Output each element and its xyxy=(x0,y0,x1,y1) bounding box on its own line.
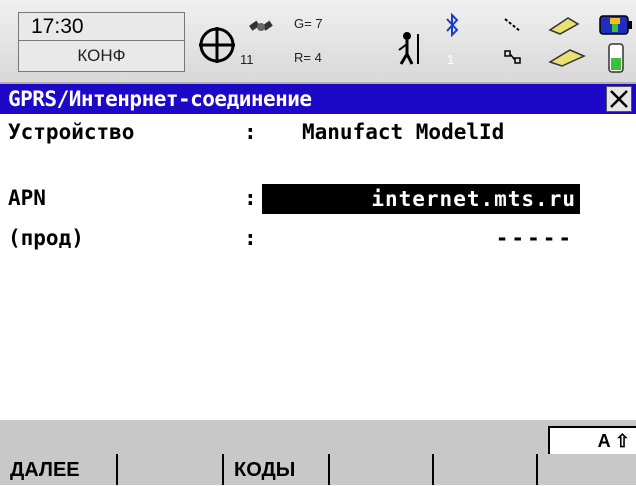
device-screen: 17:30 КОНФ 11 G= 7 R= 4 1 GPRS/Интенрнет… xyxy=(0,0,636,485)
softkey-codes[interactable]: КОДЫ xyxy=(224,454,330,485)
memory-icon xyxy=(548,49,586,67)
crosshair-icon xyxy=(199,27,235,63)
battery-level-icon xyxy=(608,43,624,73)
device-value: Manufact ModelId xyxy=(302,120,505,144)
apn-label: APN xyxy=(8,186,46,210)
apn-input[interactable]: internet.mts.ru xyxy=(262,184,580,214)
status-bar: 17:30 КОНФ 11 G= 7 R= 4 1 xyxy=(0,0,636,84)
network-icon xyxy=(504,50,521,64)
link-icon xyxy=(504,18,521,32)
softkey-bar: ДАЛЕЕ КОДЫ xyxy=(0,454,636,485)
card-icon xyxy=(548,17,580,35)
clock-time: 17:30 xyxy=(19,13,184,41)
softkey-f2[interactable] xyxy=(118,454,224,485)
g-count: G= 7 xyxy=(294,16,323,31)
clock-panel: 17:30 КОНФ xyxy=(18,12,185,72)
close-icon xyxy=(610,90,628,108)
line-number: 1 xyxy=(447,52,455,67)
mode-label: КОНФ xyxy=(77,46,126,65)
prod-label: (прод) xyxy=(8,226,84,250)
rover-icon xyxy=(398,32,419,65)
prod-colon: : xyxy=(244,226,257,250)
device-label: Устройство xyxy=(8,120,135,144)
input-mode-bar: A ⇧ xyxy=(0,420,636,454)
satellite-count: 11 xyxy=(240,52,254,67)
r-count: R= 4 xyxy=(294,50,322,65)
apn-colon: : xyxy=(244,186,257,210)
softkey-f5[interactable] xyxy=(434,454,538,485)
satellite-icon xyxy=(249,20,273,31)
page-title: GPRS/Интенрнет-соединение xyxy=(8,87,312,111)
prod-value[interactable]: ----- xyxy=(496,224,574,252)
input-mode-indicator: A ⇧ xyxy=(548,426,636,454)
bluetooth-icon xyxy=(446,12,459,38)
title-bar: GPRS/Интенрнет-соединение xyxy=(0,84,636,114)
battery-icon xyxy=(599,15,632,35)
close-button[interactable] xyxy=(606,86,632,112)
softkey-next[interactable]: ДАЛЕЕ xyxy=(0,454,118,485)
device-colon: : xyxy=(244,120,257,144)
softkey-f4[interactable] xyxy=(330,454,434,485)
softkey-f6[interactable] xyxy=(538,454,636,485)
